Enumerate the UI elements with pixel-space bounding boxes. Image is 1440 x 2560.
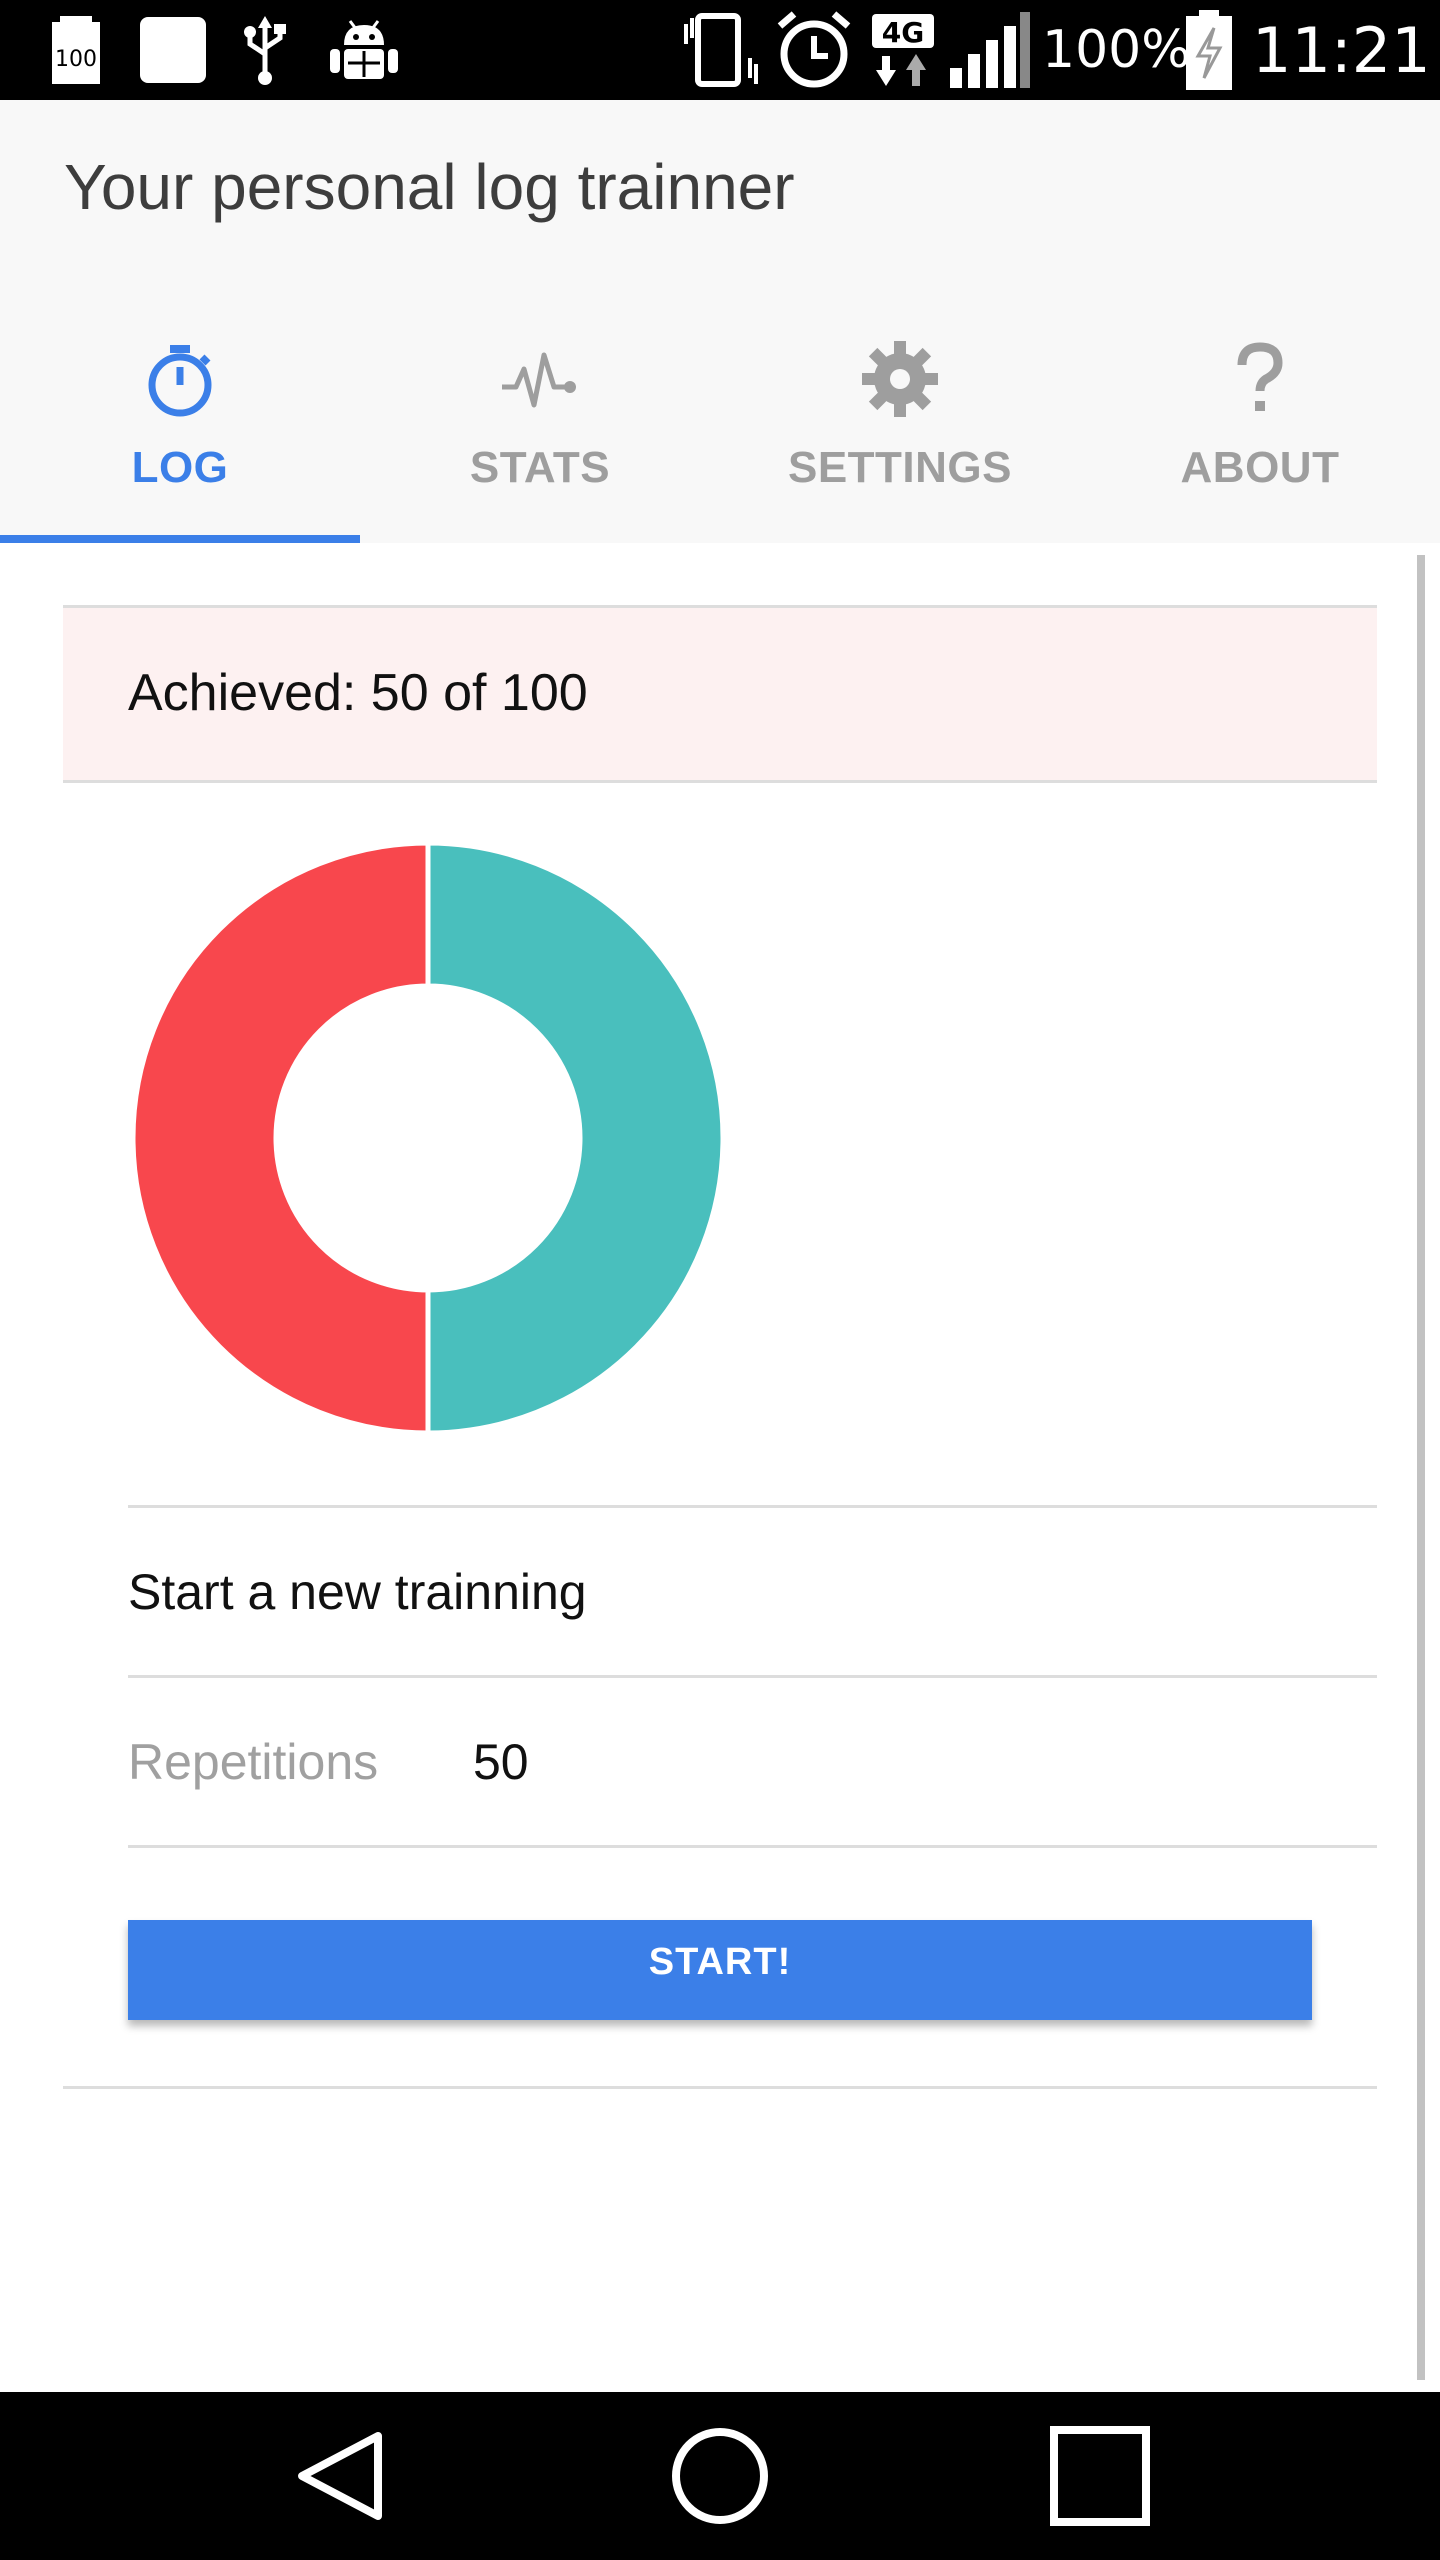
battery-saver-label: 100 bbox=[55, 47, 97, 72]
back-icon[interactable] bbox=[280, 2416, 400, 2536]
tab-log[interactable]: LOG bbox=[0, 315, 360, 543]
tab-about[interactable]: ABOUT bbox=[1080, 315, 1440, 543]
battery-percent: 100% bbox=[1042, 20, 1191, 80]
tab-stats[interactable]: STATS bbox=[360, 315, 720, 543]
battery-saver-icon: 100 bbox=[48, 0, 104, 100]
log-card: Achieved: 50 of 100 Start a new trainnin… bbox=[63, 605, 1377, 2089]
pulse-icon bbox=[500, 339, 580, 419]
android-debug-icon bbox=[328, 0, 400, 100]
divider bbox=[128, 1675, 1377, 1678]
question-icon bbox=[1220, 339, 1300, 419]
tab-settings[interactable]: SETTINGS bbox=[720, 315, 1080, 543]
donut-slice-remaining bbox=[130, 840, 431, 1436]
network-4g-icon: 4G bbox=[870, 0, 936, 100]
repetitions-input[interactable]: 50 bbox=[473, 1733, 773, 1791]
network-type-label: 4G bbox=[882, 16, 924, 49]
tab-stats-label: STATS bbox=[469, 443, 611, 492]
achieved-text: Achieved: 50 of 100 bbox=[128, 664, 588, 722]
clock-time: 11:21 bbox=[1252, 13, 1431, 87]
app-screen: 100 4G 100% 11:21 Your personal log trai… bbox=[0, 0, 1440, 2560]
notification-square-icon bbox=[138, 0, 208, 100]
gear-icon bbox=[860, 339, 940, 419]
progress-donut-chart bbox=[128, 838, 728, 1438]
usb-icon bbox=[240, 0, 290, 100]
recents-icon[interactable] bbox=[1040, 2416, 1160, 2536]
tab-settings-label: SETTINGS bbox=[787, 443, 1013, 492]
achieved-banner: Achieved: 50 of 100 bbox=[63, 608, 1377, 783]
status-bar: 100 4G 100% 11:21 bbox=[0, 0, 1440, 100]
tab-about-label: ABOUT bbox=[1180, 443, 1340, 492]
signal-icon bbox=[948, 0, 1030, 100]
scrollbar[interactable] bbox=[1417, 555, 1425, 2380]
donut-slice-achieved bbox=[425, 840, 726, 1436]
tab-log-label: LOG bbox=[131, 443, 229, 492]
active-tab-indicator bbox=[0, 535, 360, 543]
home-icon[interactable] bbox=[660, 2416, 780, 2536]
start-button[interactable]: START! bbox=[128, 1920, 1312, 2020]
repetitions-label: Repetitions bbox=[128, 1734, 379, 1790]
system-nav-bar bbox=[0, 2392, 1440, 2560]
tab-bar: LOG STATS SETTINGS ABOUT bbox=[0, 315, 1440, 543]
divider bbox=[128, 1845, 1377, 1848]
page-title: Your personal log trainner bbox=[64, 151, 795, 223]
divider bbox=[128, 1505, 1377, 1508]
stopwatch-icon bbox=[140, 339, 220, 419]
alarm-icon bbox=[772, 0, 856, 100]
battery-charging-icon bbox=[1184, 0, 1234, 100]
new-training-heading: Start a new trainning bbox=[128, 1564, 587, 1620]
vibrate-icon bbox=[680, 0, 760, 100]
